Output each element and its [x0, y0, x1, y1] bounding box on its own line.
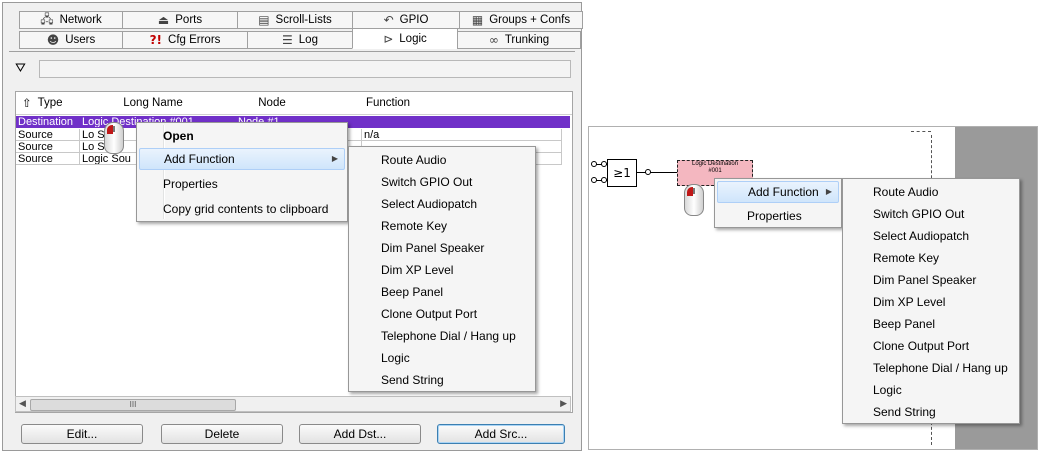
scrollbar-thumb[interactable]: III [30, 399, 236, 411]
submenu-clone-output-port[interactable]: Clone Output Port [845, 335, 1017, 357]
submenu-send-string[interactable]: Send String [351, 369, 533, 391]
tab-log[interactable]: ☰ Log [247, 31, 353, 49]
tab-logic[interactable]: ⊳ Logic [352, 28, 458, 49]
scroll-left-icon[interactable]: ◀ [19, 398, 26, 409]
tab-network[interactable]: 🖧 Network [19, 11, 123, 29]
mouse-cursor-icon [684, 184, 704, 216]
input-pin-2[interactable] [591, 177, 597, 183]
add-src-button[interactable]: Add Src... [437, 424, 565, 444]
tab-groups-confs[interactable]: ▦ Groups + Confs [459, 11, 583, 29]
tab-row-bottom: ☻ Users ?! Cfg Errors ☰ Log ⊳ Logic ∞ Trunkin… [19, 28, 581, 51]
delete-button[interactable]: Delete [161, 424, 283, 444]
trunking-icon: ∞ [488, 33, 499, 47]
mouse-cursor-icon [104, 122, 124, 154]
submenu-send-string[interactable]: Send String [845, 401, 1017, 423]
logic-icon: ⊳ [383, 31, 394, 46]
cell-type: Source [16, 141, 80, 153]
tab-cfg-errors[interactable]: ?! Cfg Errors [122, 31, 248, 49]
tab-row-top: 🖧 Network ⏏ Ports ▤ Scroll-Lists ↶ GPIO ▦ Gro… [19, 11, 583, 31]
menu-item-add-function[interactable]: Add Function ▶ [717, 181, 839, 203]
canvas-boundary-top [911, 131, 931, 132]
cell-type: Source [16, 129, 80, 141]
submenu-dim-panel-speaker[interactable]: Dim Panel Speaker [351, 237, 533, 259]
sort-arrow-icon: ⇧ [22, 96, 32, 110]
submenu-dim-xp-level[interactable]: Dim XP Level [351, 259, 533, 281]
submenu-arrow-icon: ▶ [331, 154, 338, 163]
submenu-arrow-icon: ▶ [825, 187, 832, 196]
submenu-dim-xp-level[interactable]: Dim XP Level [845, 291, 1017, 313]
input-pin-1[interactable] [591, 161, 597, 167]
column-header-type[interactable]: ⇧ Type [16, 92, 80, 114]
submenu-telephone-dial[interactable]: Telephone Dial / Hang up [351, 325, 533, 347]
submenu-remote-key[interactable]: Remote Key [845, 247, 1017, 269]
gate-output-wire [636, 172, 677, 173]
column-header-long-name[interactable]: Long Name [80, 92, 226, 114]
add-function-submenu: Route Audio Switch GPIO Out Select Audio… [842, 178, 1020, 424]
scroll-lists-icon: ▤ [258, 13, 270, 27]
tab-gpio[interactable]: ↶ GPIO [352, 11, 460, 29]
submenu-logic[interactable]: Logic [845, 379, 1017, 401]
context-menu: Open Add Function ▶ Properties Copy grid … [136, 122, 348, 222]
column-header-function[interactable]: Function [318, 92, 458, 114]
submenu-switch-gpio-out[interactable]: Switch GPIO Out [845, 203, 1017, 225]
cell-function [362, 116, 562, 128]
submenu-beep-panel[interactable]: Beep Panel [845, 313, 1017, 335]
groups-icon: ▦ [471, 13, 484, 27]
menu-item-properties[interactable]: Properties [139, 173, 345, 195]
cell-type: Destination [16, 116, 80, 128]
tab-scroll-lists[interactable]: ▤ Scroll-Lists [237, 11, 353, 29]
menu-item-add-function[interactable]: Add Function ▶ [139, 148, 345, 170]
scroll-right-icon[interactable]: ▶ [560, 398, 567, 409]
menu-item-copy-grid[interactable]: Copy grid contents to clipboard [139, 198, 345, 220]
network-icon: 🖧 [40, 11, 54, 26]
ports-icon: ⏏ [157, 13, 170, 27]
submenu-logic[interactable]: Logic [351, 347, 533, 369]
log-icon: ☰ [282, 33, 293, 47]
submenu-remote-key[interactable]: Remote Key [351, 215, 533, 237]
horizontal-scrollbar[interactable]: ◀ III ▶ [15, 396, 571, 412]
gpio-icon: ↶ [383, 13, 394, 27]
gate-out-pin [645, 169, 651, 175]
submenu-telephone-dial[interactable]: Telephone Dial / Hang up [845, 357, 1017, 379]
add-function-submenu: Route Audio Switch GPIO Out Select Audio… [348, 146, 536, 392]
add-dst-button[interactable]: Add Dst... [299, 424, 421, 444]
filter-icon[interactable]: ⛛ [15, 61, 26, 76]
cell-type: Source [16, 153, 80, 165]
edit-button[interactable]: Edit... [21, 424, 143, 444]
tab-users[interactable]: ☻ Users [19, 31, 123, 49]
column-header-node[interactable]: Node [226, 92, 318, 114]
grid-header: ⇧ Type Long Name Node Function [16, 92, 572, 115]
submenu-switch-gpio-out[interactable]: Switch GPIO Out [351, 171, 533, 193]
cell-function: n/a [362, 129, 562, 141]
cfg-errors-icon: ?! [149, 33, 163, 47]
filter-input[interactable] [39, 60, 571, 78]
canvas-context-menu: Add Function ▶ Properties [714, 178, 842, 228]
submenu-select-audiopatch[interactable]: Select Audiopatch [351, 193, 533, 215]
submenu-clone-output-port[interactable]: Clone Output Port [351, 303, 533, 325]
submenu-beep-panel[interactable]: Beep Panel [351, 281, 533, 303]
menu-item-open[interactable]: Open [139, 125, 345, 147]
users-icon: ☻ [46, 33, 60, 47]
submenu-route-audio[interactable]: Route Audio [351, 149, 533, 171]
menu-item-properties[interactable]: Properties [717, 205, 839, 227]
tab-trunking[interactable]: ∞ Trunking [457, 31, 581, 49]
submenu-dim-panel-speaker[interactable]: Dim Panel Speaker [845, 269, 1017, 291]
tab-ports[interactable]: ⏏ Ports [122, 11, 238, 29]
or-gate-block[interactable]: ≥1 [607, 159, 637, 187]
submenu-select-audiopatch[interactable]: Select Audiopatch [845, 225, 1017, 247]
submenu-route-audio[interactable]: Route Audio [845, 181, 1017, 203]
